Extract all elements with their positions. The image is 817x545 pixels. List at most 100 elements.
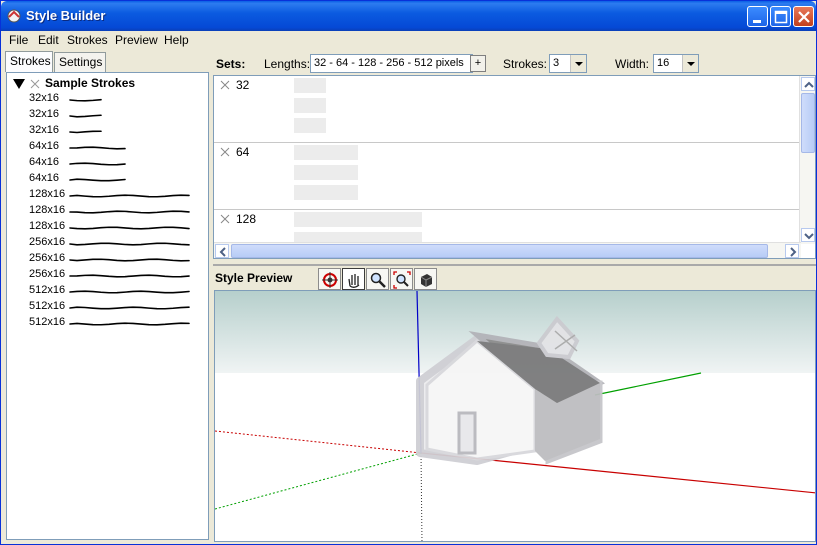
chevron-right-icon xyxy=(790,247,797,257)
pan-icon xyxy=(348,274,360,288)
stroke-preview xyxy=(69,258,190,262)
stroke-preview xyxy=(69,146,126,150)
stroke-item-label: 64x16 xyxy=(29,172,59,184)
title-bar[interactable]: Style Builder xyxy=(1,1,816,31)
stroke-item-label: 32x16 xyxy=(29,124,59,136)
stroke-item[interactable]: 256x16 xyxy=(29,252,207,268)
width-select[interactable]: 16 xyxy=(653,54,699,73)
menu-edit[interactable]: Edit xyxy=(38,33,59,47)
stroke-item[interactable]: 128x16 xyxy=(29,188,207,204)
x-mark-icon[interactable] xyxy=(220,147,230,157)
stroke-item[interactable]: 32x16 xyxy=(29,108,207,124)
width-label: Width: xyxy=(615,57,650,71)
sets-horizontal-scrollbar[interactable] xyxy=(214,242,801,258)
dropdown-arrow[interactable] xyxy=(570,55,586,72)
lengths-label: Lengths: xyxy=(264,57,311,71)
menu-help[interactable]: Help xyxy=(164,33,189,47)
house-door xyxy=(457,411,477,455)
stroke-item-label: 256x16 xyxy=(29,268,66,280)
stroke-item[interactable]: 256x16 xyxy=(29,268,207,284)
stroke-item[interactable]: 128x16 xyxy=(29,220,207,236)
menu-file[interactable]: File xyxy=(9,33,28,47)
sets-vertical-scrollbar[interactable] xyxy=(799,76,815,244)
stroke-preview xyxy=(69,178,126,182)
stroke-item[interactable]: 64x16 xyxy=(29,172,207,188)
scroll-left-button[interactable] xyxy=(215,244,229,258)
close-icon xyxy=(798,11,810,23)
stroke-preview xyxy=(69,306,190,310)
tab-settings[interactable]: Settings xyxy=(54,52,106,72)
stroke-item[interactable]: 256x16 xyxy=(29,236,207,252)
dropdown-arrow[interactable] xyxy=(682,55,698,72)
stroke-preview xyxy=(69,226,190,230)
set-label: 128 xyxy=(236,212,257,226)
maximize-button[interactable] xyxy=(770,6,791,27)
sets-list: 32 64 128 xyxy=(213,75,816,259)
zoom-extents-button[interactable] xyxy=(390,268,413,290)
style-preview-viewport[interactable] xyxy=(214,290,816,542)
zoom-button[interactable] xyxy=(366,268,389,290)
set-row-32[interactable]: 32 xyxy=(214,76,801,143)
set-row-64[interactable]: 64 xyxy=(214,143,801,210)
stroke-preview xyxy=(69,98,102,102)
scroll-thumb[interactable] xyxy=(801,93,815,153)
stroke-item-label: 256x16 xyxy=(29,252,66,264)
stroke-slot[interactable] xyxy=(294,165,358,180)
stroke-item[interactable]: 32x16 xyxy=(29,92,207,108)
menu-preview[interactable]: Preview xyxy=(115,33,158,47)
minimize-button[interactable] xyxy=(747,6,768,27)
add-length-button[interactable]: + xyxy=(470,55,486,72)
stroke-item-label: 64x16 xyxy=(29,156,59,168)
stroke-item[interactable]: 512x16 xyxy=(29,284,207,300)
menu-strokes[interactable]: Strokes xyxy=(67,33,108,47)
pan-button[interactable] xyxy=(342,268,365,290)
close-button[interactable] xyxy=(793,6,814,27)
chevron-down-icon xyxy=(687,62,695,66)
chevron-left-icon xyxy=(219,247,226,257)
stroke-tree: Sample Strokes 32x16 32x16 32x16 64x16 64x16… xyxy=(6,72,209,540)
stroke-item-label: 128x16 xyxy=(29,204,66,216)
lengths-field[interactable]: 32 - 64 - 128 - 256 - 512 pixels xyxy=(310,54,473,73)
stroke-item[interactable]: 64x16 xyxy=(29,140,207,156)
app-icon xyxy=(7,9,21,23)
stroke-slot[interactable] xyxy=(294,212,422,227)
stroke-preview xyxy=(69,274,190,278)
stroke-item-label: 512x16 xyxy=(29,284,66,296)
stroke-slot[interactable] xyxy=(294,118,326,133)
stroke-slot[interactable] xyxy=(294,185,358,200)
stroke-preview xyxy=(69,210,190,214)
orbit-button[interactable] xyxy=(318,268,341,290)
stroke-item[interactable]: 64x16 xyxy=(29,156,207,172)
preview-toolbar: Style Preview xyxy=(213,264,816,290)
x-mark-icon[interactable] xyxy=(220,80,230,90)
set-label: 64 xyxy=(236,145,250,159)
stroke-item[interactable]: 32x16 xyxy=(29,124,207,140)
strokes-count-value: 3 xyxy=(553,57,560,69)
strokes-count-label: Strokes: xyxy=(503,57,548,71)
stroke-slot[interactable] xyxy=(294,98,326,113)
style-icon xyxy=(420,274,433,287)
menu-bar: File Edit Strokes Preview Help xyxy=(1,31,816,50)
stroke-item[interactable]: 128x16 xyxy=(29,204,207,220)
stroke-preview xyxy=(69,162,126,166)
stroke-slot[interactable] xyxy=(294,145,358,160)
tree-root-label: Sample Strokes xyxy=(45,76,136,90)
style-button[interactable] xyxy=(414,268,437,290)
chevron-down-icon xyxy=(804,233,814,240)
stroke-item[interactable]: 512x16 xyxy=(29,300,207,316)
expand-triangle-icon[interactable] xyxy=(13,78,25,90)
stroke-preview xyxy=(69,242,190,246)
scroll-right-button[interactable] xyxy=(785,244,799,258)
strokes-count-select[interactable]: 3 xyxy=(549,54,587,73)
orbit-icon xyxy=(322,272,338,288)
sets-toolbar: Sets: Lengths: 32 - 64 - 128 - 256 - 512… xyxy=(213,52,816,74)
style-builder-window: Style Builder File Edit Strokes Preview … xyxy=(0,0,817,545)
tab-strokes[interactable]: Strokes xyxy=(5,51,53,72)
scroll-thumb[interactable] xyxy=(231,244,768,258)
x-mark-icon[interactable] xyxy=(220,214,230,224)
scroll-up-button[interactable] xyxy=(801,77,815,91)
scroll-down-button[interactable] xyxy=(801,228,815,242)
stroke-slot[interactable] xyxy=(294,78,326,93)
stroke-preview xyxy=(69,290,190,294)
stroke-item[interactable]: 512x16 xyxy=(29,316,207,332)
